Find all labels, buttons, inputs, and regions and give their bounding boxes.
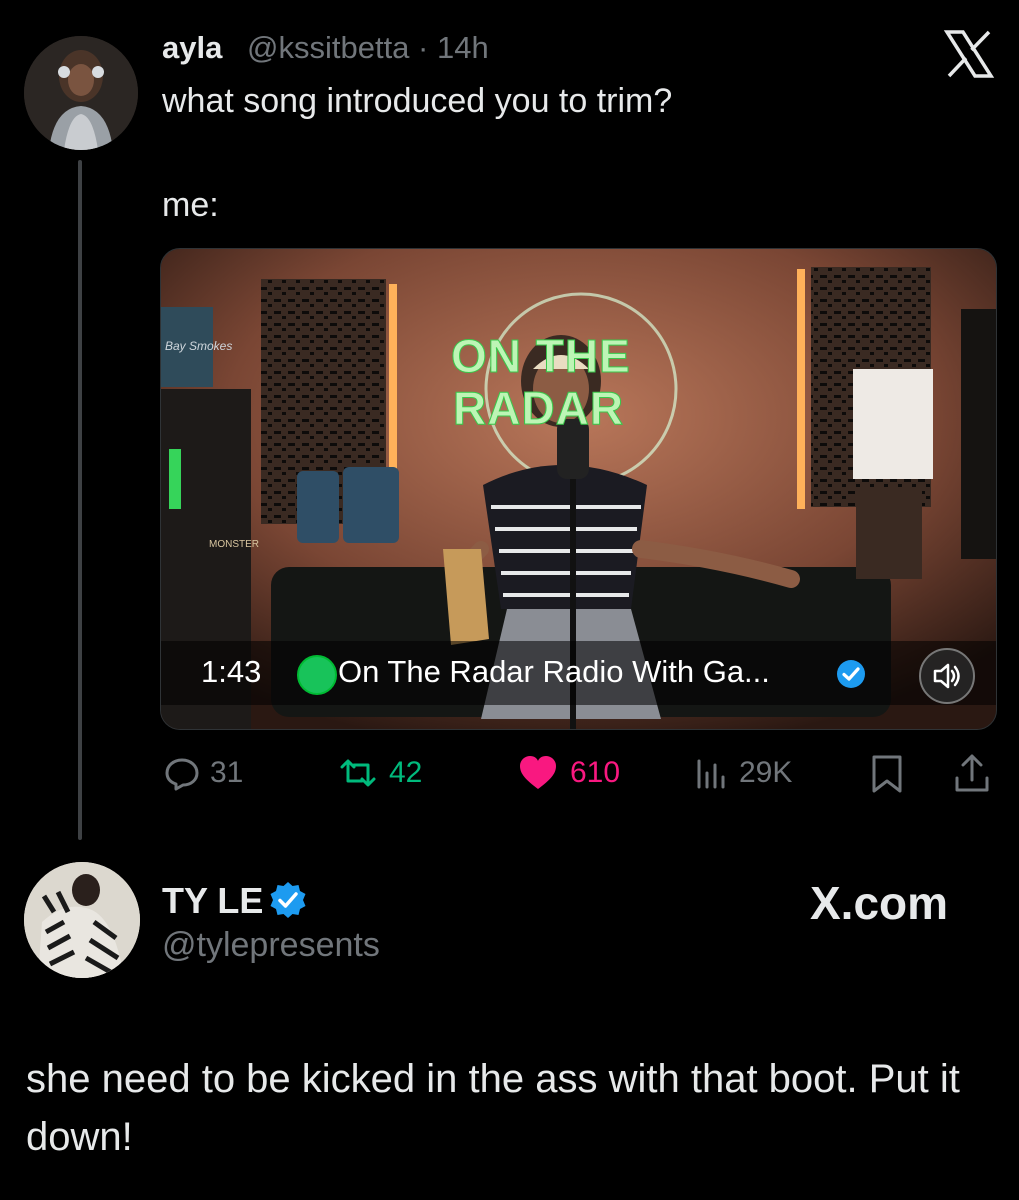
reply-text: she need to be kicked in the ass with th… xyxy=(26,1057,960,1159)
neon-sign-line-1: ON THE xyxy=(451,330,631,383)
views-icon xyxy=(697,759,725,789)
tweet-text-line-2: me: xyxy=(162,186,219,224)
video-duration: 1:43 xyxy=(201,654,262,689)
retweet-button[interactable]: 42 xyxy=(337,752,422,794)
mute-toggle[interactable] xyxy=(919,648,975,704)
video-title[interactable]: On The Radar Radio With Ga... xyxy=(338,654,770,690)
reply-author-name[interactable]: TY LE xyxy=(162,880,263,922)
reply-count: 31 xyxy=(210,756,244,789)
reply-icon xyxy=(165,758,199,791)
like-button[interactable]: 610 xyxy=(516,752,620,794)
verified-icon xyxy=(270,882,306,918)
author-avatar[interactable] xyxy=(24,36,138,150)
share-icon[interactable] xyxy=(953,752,991,794)
video-info-bar: 1:43 On The Radar Radio With Ga... xyxy=(161,641,996,705)
views-button[interactable]: 29K xyxy=(693,752,792,794)
reply-author-handle[interactable]: @tylepresents xyxy=(162,926,380,965)
view-count: 29K xyxy=(739,756,793,789)
retweet-icon xyxy=(340,759,376,787)
neon-sign-line-2: RADAR xyxy=(452,382,625,435)
reply-author-avatar[interactable] xyxy=(24,862,140,978)
channel-icon xyxy=(297,655,337,695)
like-count: 610 xyxy=(570,756,621,789)
video-player[interactable]: ON THE RADAR Bay Smokes MONSTER 1:43 On … xyxy=(160,248,997,730)
reply-button[interactable]: 31 xyxy=(164,752,243,794)
retweet-count: 42 xyxy=(389,756,423,789)
snack-bag-label: Bay Smokes xyxy=(165,339,233,353)
author-name[interactable]: ayla xyxy=(162,30,222,66)
bookmark-icon[interactable] xyxy=(869,754,905,794)
x-logo[interactable] xyxy=(943,28,995,80)
tweet-text-line-1: what song introduced you to trim? xyxy=(162,82,673,120)
thread-connector xyxy=(78,160,82,840)
site-watermark: X.com xyxy=(810,877,949,929)
speaker-icon xyxy=(933,663,960,689)
fridge-label: MONSTER xyxy=(209,539,259,550)
heart-icon xyxy=(520,756,556,789)
verified-icon xyxy=(837,660,865,688)
author-handle-timestamp[interactable]: @kssitbetta · 14h xyxy=(247,30,489,66)
